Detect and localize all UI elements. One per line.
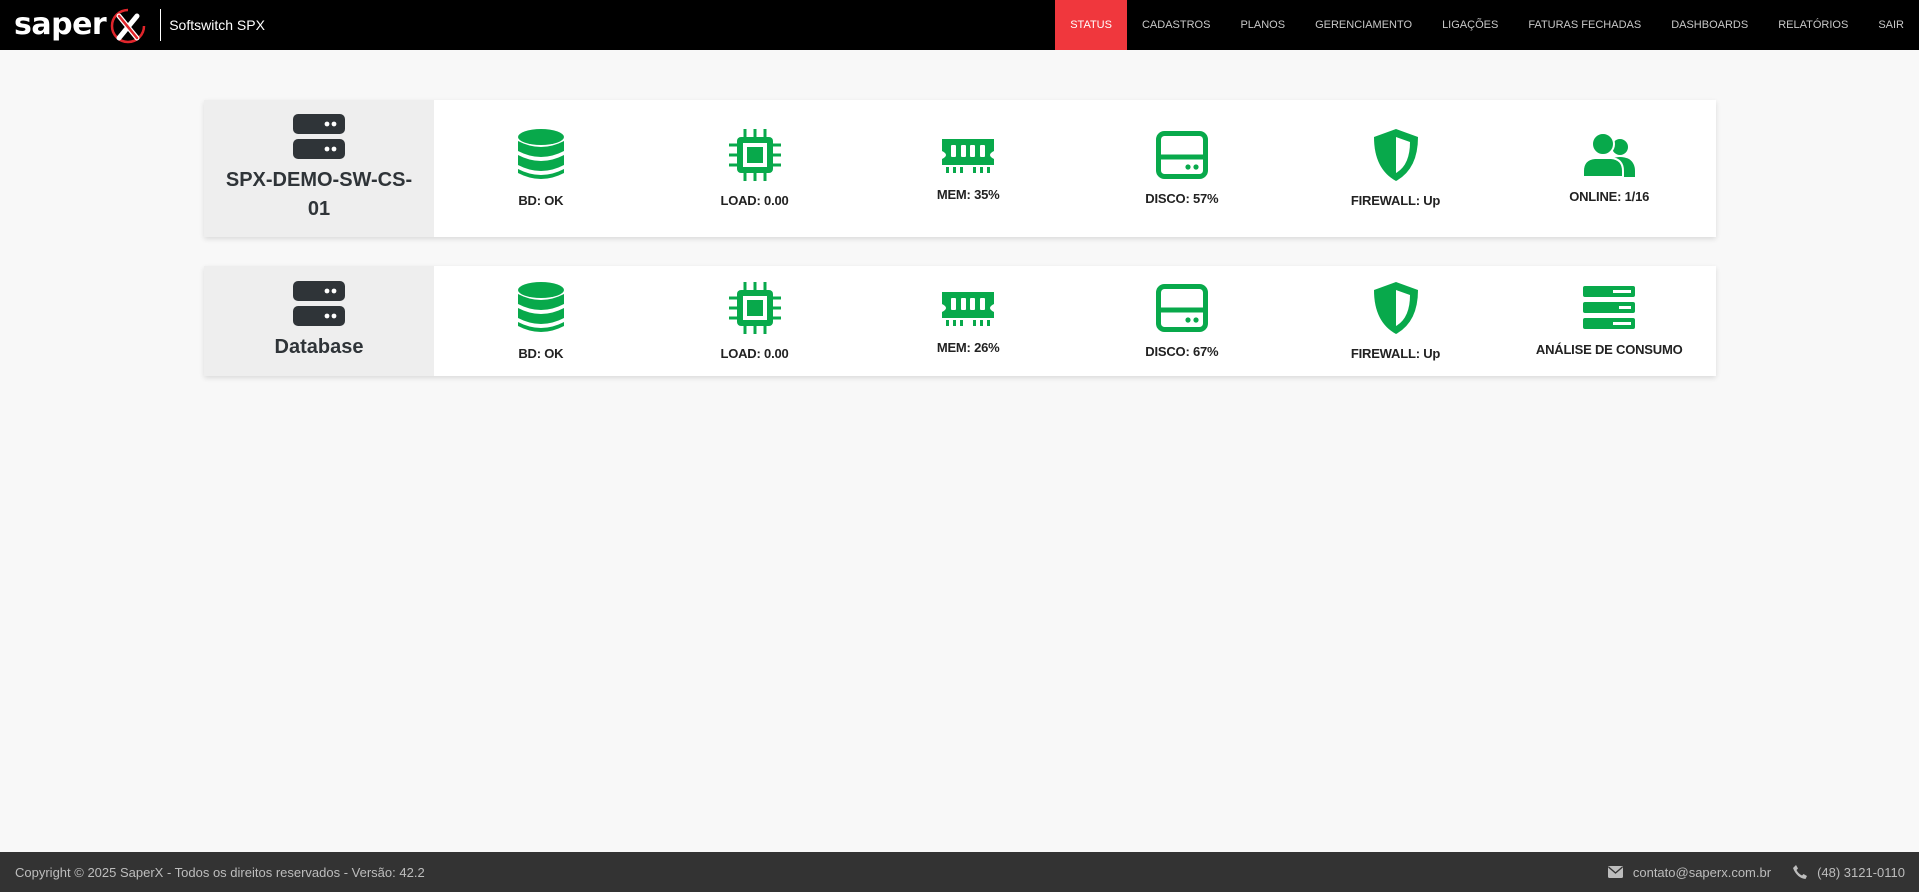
footer-phone[interactable]: (48) 3121-0110	[1793, 865, 1905, 880]
server-icon	[293, 113, 345, 159]
database-icon	[517, 129, 564, 179]
memory-icon	[942, 139, 995, 173]
metric-mem[interactable]: MEM: 26%	[861, 266, 1075, 376]
server-card: SPX-DEMO-SW-CS-01 BD: OK LOAD: 0.00 MEM:…	[204, 100, 1716, 237]
cpu-icon	[728, 281, 781, 334]
metric-label: BD: OK	[518, 345, 564, 361]
metric-disco[interactable]: DISCO: 57%	[1075, 100, 1289, 237]
phone-text: (48) 3121-0110	[1817, 864, 1905, 880]
email-text: contato@saperx.com.br	[1632, 864, 1772, 880]
metric-firewall[interactable]: FIREWALL: Up	[1289, 100, 1503, 237]
cpu-icon	[728, 129, 781, 181]
metrics-row: BD: OK LOAD: 0.00	[434, 100, 1716, 237]
saperx-logo-icon	[111, 8, 146, 44]
hdd-icon	[1155, 131, 1208, 179]
memory-icon	[942, 291, 995, 326]
metric-label: MEM: 26%	[936, 339, 1000, 355]
metric-disco[interactable]: DISCO: 67%	[1075, 266, 1289, 376]
footer: Copyright © 2025 SaperX - Todos os direi…	[0, 852, 1919, 892]
server-name: SPX-DEMO-SW-CS-01	[225, 168, 413, 220]
nav-item-ligacoes[interactable]: LIGAÇÕES	[1427, 0, 1513, 50]
shield-icon	[1373, 129, 1418, 181]
footer-email[interactable]: contato@saperx.com.br	[1607, 864, 1772, 880]
envelope-icon	[1607, 866, 1623, 878]
brand[interactable]: saper Softswitch SPX	[0, 0, 265, 50]
app-title: Softswitch SPX	[169, 17, 265, 33]
metric-bd[interactable]: BD: OK	[434, 100, 648, 237]
metric-label: FIREWALL: Up	[1350, 345, 1441, 361]
nav-item-relatorios[interactable]: RELATÓRIOS	[1763, 0, 1863, 50]
metric-label: BD: OK	[518, 193, 564, 208]
nav-item-cadastros[interactable]: CADASTROS	[1127, 0, 1225, 50]
brand-divider	[160, 9, 162, 41]
metric-label: DISCO: 57%	[1145, 191, 1219, 206]
stream-icon	[1583, 285, 1636, 329]
metric-load[interactable]: LOAD: 0.00	[648, 100, 862, 237]
server-header: Database	[204, 266, 434, 376]
server-icon	[293, 280, 345, 326]
main-nav: STATUS CADASTROS PLANOS GERENCIAMENTO LI…	[1055, 0, 1919, 50]
users-icon	[1583, 133, 1636, 177]
phone-icon	[1793, 865, 1808, 879]
nav-item-planos[interactable]: PLANOS	[1225, 0, 1300, 50]
metric-label: DISCO: 67%	[1145, 343, 1219, 359]
metric-label: MEM: 35%	[936, 187, 1000, 202]
server-name: Database	[274, 335, 364, 358]
metrics-row: BD: OK LOAD: 0.00	[434, 266, 1716, 376]
metric-label: LOAD: 0.00	[720, 345, 789, 361]
footer-contacts: contato@saperx.com.br (48) 3121-0110	[1586, 865, 1919, 880]
metric-label: LOAD: 0.00	[720, 193, 789, 208]
metric-label: ANÁLISE DE CONSUMO	[1535, 341, 1683, 357]
metric-load[interactable]: LOAD: 0.00	[648, 266, 862, 376]
database-icon	[517, 281, 564, 332]
nav-item-gerenciamento[interactable]: GERENCIAMENTO	[1300, 0, 1427, 50]
nav-item-faturas-fechadas[interactable]: FATURAS FECHADAS	[1513, 0, 1656, 50]
top-navbar: saper Softswitch SPX STATUS CADASTROS PL…	[0, 0, 1919, 50]
copyright-text: Copyright © 2025 SaperX - Todos os direi…	[15, 864, 425, 880]
shield-icon	[1373, 281, 1418, 334]
metric-mem[interactable]: MEM: 35%	[861, 100, 1075, 237]
logo-text: saper	[14, 7, 107, 42]
metric-online[interactable]: ONLINE: 1/16	[1502, 100, 1716, 237]
hdd-icon	[1155, 283, 1208, 332]
nav-item-status[interactable]: STATUS	[1055, 0, 1127, 50]
nav-item-sair[interactable]: SAIR	[1863, 0, 1919, 50]
server-header: SPX-DEMO-SW-CS-01	[204, 100, 434, 237]
metric-analise-consumo[interactable]: ANÁLISE DE CONSUMO	[1502, 266, 1716, 376]
nav-item-dashboards[interactable]: DASHBOARDS	[1656, 0, 1763, 50]
metric-label: ONLINE: 1/16	[1569, 189, 1650, 204]
server-card: Database BD: OK LOAD: 0.00 MEM: 26% DISC…	[204, 266, 1716, 376]
metric-label: FIREWALL: Up	[1350, 193, 1441, 208]
metric-firewall[interactable]: FIREWALL: Up	[1289, 266, 1503, 376]
metric-bd[interactable]: BD: OK	[434, 266, 648, 376]
